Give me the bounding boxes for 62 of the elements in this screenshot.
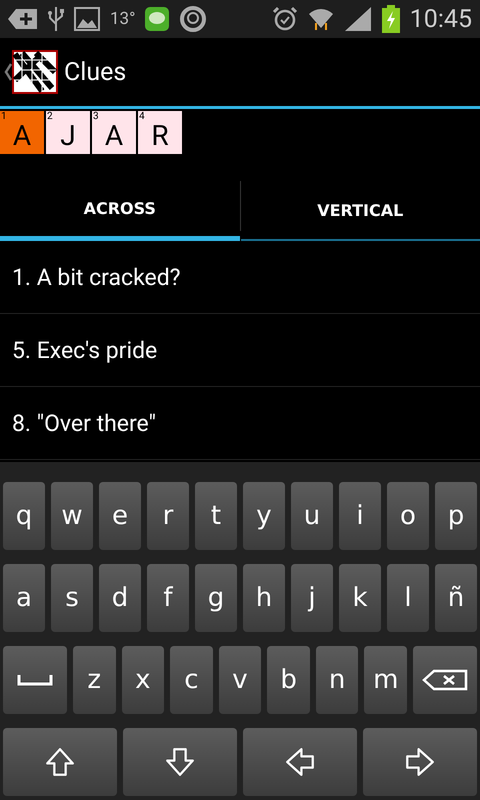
right-key[interactable] (363, 728, 477, 796)
down-key[interactable] (123, 728, 237, 796)
grid-square[interactable]: 4 R (138, 111, 182, 154)
chat-app-icon (145, 7, 170, 31)
ring-icon (179, 5, 208, 33)
signal-icon (344, 6, 372, 32)
battery-icon (382, 5, 400, 33)
key[interactable]: p (435, 482, 477, 550)
key[interactable]: t (195, 482, 237, 550)
key[interactable]: j (291, 564, 333, 632)
key[interactable]: h (243, 564, 285, 632)
crossword-app-icon[interactable] (12, 50, 58, 94)
key[interactable]: u (291, 482, 333, 550)
grid-square[interactable]: 1 A (0, 111, 44, 154)
tab[interactable]: ACROSS (0, 181, 240, 236)
key[interactable]: z (72, 646, 116, 714)
tab[interactable]: VERTICAL (240, 181, 480, 239)
add-notification-icon (8, 8, 38, 30)
up-key[interactable] (3, 728, 117, 796)
image-icon (74, 7, 100, 31)
key[interactable]: e (99, 482, 141, 550)
key[interactable]: i (339, 482, 381, 550)
grid-square[interactable]: 2 J (46, 111, 90, 154)
clue-item[interactable]: 8. "Over there" (0, 387, 480, 460)
key[interactable]: a (3, 564, 45, 632)
left-key[interactable] (243, 728, 357, 796)
usb-icon (48, 6, 64, 32)
backspace-icon (422, 669, 468, 691)
backspace-key[interactable] (413, 646, 477, 714)
back-chevron-icon[interactable] (4, 63, 12, 81)
key[interactable]: f (147, 564, 189, 632)
clock: 10:45 (410, 4, 472, 34)
temperature: 13° (110, 9, 136, 29)
key[interactable]: s (51, 564, 93, 632)
key[interactable]: x (122, 646, 164, 714)
space-icon (16, 673, 53, 687)
key[interactable]: o (387, 482, 429, 550)
clue-item[interactable]: 5. Exec's pride (0, 314, 480, 387)
key[interactable]: y (243, 482, 285, 550)
key[interactable]: m (364, 646, 408, 714)
left-arrow-icon (283, 745, 317, 779)
key[interactable]: l (387, 564, 429, 632)
key[interactable]: c (170, 646, 213, 714)
key[interactable]: b (267, 646, 310, 714)
key[interactable]: r (147, 482, 189, 550)
up-arrow-icon (43, 745, 77, 779)
key[interactable]: ñ (435, 564, 477, 632)
key[interactable]: d (99, 564, 141, 632)
alarm-icon (272, 6, 298, 32)
wifi-icon (308, 6, 334, 32)
key[interactable]: w (51, 482, 93, 550)
key[interactable]: k (339, 564, 381, 632)
key[interactable]: q (3, 482, 45, 550)
clue-item[interactable]: 1. A bit cracked? (0, 241, 480, 314)
down-arrow-icon (163, 745, 197, 779)
key[interactable]: g (195, 564, 237, 632)
space-key[interactable] (3, 646, 67, 714)
screen-title: Clues (64, 58, 126, 86)
right-arrow-icon (403, 745, 437, 779)
key[interactable]: v (218, 646, 262, 714)
key[interactable]: n (316, 646, 358, 714)
grid-square[interactable]: 3 A (92, 111, 136, 154)
